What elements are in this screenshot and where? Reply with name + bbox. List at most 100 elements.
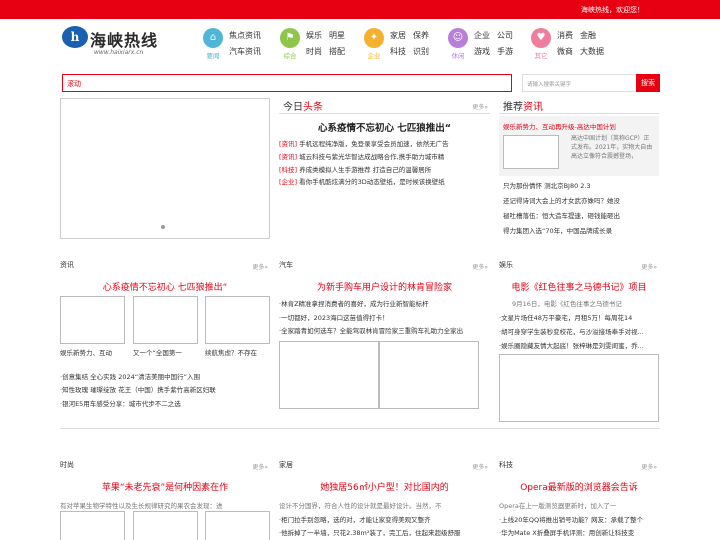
- ent-label: 娱乐: [499, 261, 513, 269]
- cars-thumb[interactable]: [279, 341, 379, 409]
- today-item[interactable]: [科技] 养成类模拟人生手游推荐 打造自己的温馨居所: [279, 164, 490, 174]
- home-headline[interactable]: 她独居56㎡小户型！对比国内的: [279, 480, 490, 493]
- nav-link-corp[interactable]: 公司: [497, 30, 513, 41]
- home-more-link[interactable]: 更多»: [472, 462, 488, 471]
- news-item[interactable]: ·银河E5用车感受分享：城市代步不二之选: [60, 398, 272, 408]
- slider-dot[interactable]: [161, 225, 165, 229]
- today-item[interactable]: [资讯] 手机远程纯净版，免登录享受会员加速，依然无广告: [279, 138, 490, 148]
- nav-link-identify[interactable]: 识别: [413, 46, 429, 57]
- fashion-header: 时尚 更多»: [60, 458, 270, 472]
- nav-link-star[interactable]: 明星: [329, 30, 345, 41]
- recommend-title: 推荐资讯: [503, 102, 543, 113]
- cars-header: 汽车 更多»: [279, 258, 490, 272]
- news-label: 资讯: [60, 261, 74, 269]
- cars-item[interactable]: ·林肯Z精准拿捏消费者的喜好，成为行业新智能标杆: [279, 298, 490, 308]
- star-icon: ✦: [364, 28, 384, 48]
- home-label: 家居: [279, 461, 293, 469]
- ent-item[interactable]: ·文星片场任48万平豪宅，月租5万！每周花14: [499, 312, 659, 322]
- cars-item[interactable]: ·一切都好，2023海口这苗值得打卡！: [279, 312, 490, 322]
- fashion-thumb[interactable]: [205, 511, 270, 540]
- today-more-link[interactable]: 更多»: [472, 102, 488, 111]
- divider: [60, 428, 660, 429]
- nav-group-news: ⌂ 要闻 焦点资讯 汽车资讯: [203, 28, 273, 62]
- ent-headline[interactable]: 电影《红色往事之马德书记》项目: [499, 280, 659, 293]
- fashion-headline[interactable]: 苹果“未老先衰”是何种因素在作: [60, 480, 270, 493]
- news-more-link[interactable]: 更多»: [252, 262, 268, 271]
- news-caption[interactable]: 续航焦虑？不存在: [205, 347, 271, 357]
- fashion-thumb[interactable]: [133, 511, 198, 540]
- nav-link-finance[interactable]: 金融: [580, 30, 596, 41]
- nav-link-bigdata[interactable]: 大数据: [580, 46, 604, 57]
- nav-group-leisure: ☺ 休闲 企业 公司 游戏 手游: [448, 28, 520, 62]
- fashion-thumb[interactable]: [60, 511, 125, 540]
- tech-label: 科技: [499, 461, 513, 469]
- news-header: 资讯 更多»: [60, 258, 270, 272]
- today-item[interactable]: [资讯] 城云科技与紫光华智达成战略合作,携手助力城市精: [279, 151, 490, 161]
- ent-thumb[interactable]: [499, 354, 659, 422]
- today-item[interactable]: [企业] 看你手机酷炫满分的3D动态壁纸，是时候该换壁纸: [279, 176, 490, 186]
- nav-group-business: ✦ 企业 家居 保养 科技 识别: [364, 28, 436, 62]
- ent-item[interactable]: ·娱乐圈隐藏友情大起底！张梓琳是刘雯闺蜜，乔...: [499, 340, 659, 350]
- nav-link-fashion[interactable]: 时尚: [306, 46, 322, 57]
- home-header: 家居 更多»: [279, 458, 490, 472]
- fashion-more-link[interactable]: 更多»: [252, 462, 268, 471]
- feature-image: [503, 135, 559, 169]
- home-item[interactable]: ·他拆掉了一半墙，只花2.38m²装了，完工后，住起来超级舒服: [279, 527, 490, 537]
- search-button[interactable]: 搜索: [636, 74, 660, 92]
- news-item[interactable]: ·创意集结 全心实践 2024“清洁美丽中国行”入围: [60, 371, 272, 381]
- nav-link-wechat[interactable]: 微商: [557, 46, 573, 57]
- logo-mark: h: [62, 26, 88, 48]
- nav-link-focus[interactable]: 焦点资讯: [229, 30, 261, 41]
- recommend-feature[interactable]: 娱乐新势力、互动再升级-高达中国计划 高达中国计划（英称GCP）正式发布。202…: [499, 116, 659, 176]
- nav-link-home[interactable]: 家居: [390, 30, 406, 41]
- cars-item[interactable]: ·全家踏青如何选车？全能驾驭林肯冒险家三重购车礼助力全家出: [279, 325, 490, 335]
- cars-more-link[interactable]: 更多»: [472, 262, 488, 271]
- nav-tag: 休闲: [451, 52, 465, 60]
- news-caption[interactable]: 又一个“全国第一: [133, 347, 201, 357]
- news-thumb[interactable]: [60, 296, 125, 344]
- news-thumb[interactable]: [205, 296, 270, 344]
- ent-item[interactable]: ·胡可身穿学生装秒变校花，与沙溢接场奉手对视...: [499, 326, 659, 336]
- site-logo[interactable]: h 海峡热线 www.haixiarx.cn: [62, 26, 162, 60]
- today-title: 今日头条: [283, 102, 323, 113]
- recommend-header: 推荐资讯: [499, 96, 659, 114]
- tech-more-link[interactable]: 更多»: [641, 462, 657, 471]
- news-thumb[interactable]: [133, 296, 198, 344]
- tech-header: 科技 更多»: [499, 458, 659, 472]
- tech-item[interactable]: ·华为Mate X折叠屏手机评测：用创新让科技变: [499, 527, 659, 537]
- nav-group-other: ♥ 其它 消费 金融 微商 大数据: [531, 28, 611, 62]
- nav-link-maintain[interactable]: 保养: [413, 30, 429, 41]
- nav-link-match[interactable]: 搭配: [329, 46, 345, 57]
- cars-thumb[interactable]: [379, 341, 479, 409]
- news-headline[interactable]: 心系疫情不忘初心 七匹狼推出“: [60, 280, 270, 293]
- today-header: 今日头条 更多»: [279, 96, 490, 114]
- heart-icon: ♥: [531, 28, 551, 48]
- ent-more-link[interactable]: 更多»: [641, 262, 657, 271]
- recommend-item[interactable]: 得力集团入选“70年，中国品牌成长录: [503, 225, 659, 235]
- nav-link-auto[interactable]: 汽车资讯: [229, 46, 261, 57]
- news-caption[interactable]: 娱乐新势力、互动: [60, 347, 128, 357]
- today-headline[interactable]: 心系疫情不忘初心 七匹狼推出“: [279, 120, 490, 134]
- search-placeholder: 请输入搜索关键字: [527, 82, 572, 88]
- recommend-item[interactable]: 只为那份情怀 测北京BJ80 2.3: [503, 180, 659, 190]
- image-slider[interactable]: [60, 98, 270, 239]
- recommend-item[interactable]: 褪吐槽落伍：恒大造车提速，砸钱能砸出: [503, 210, 659, 220]
- home-item[interactable]: ·柜门拉手别忽略，选的对，才能让家变得美观又整齐: [279, 514, 490, 524]
- nav-link-tech[interactable]: 科技: [390, 46, 406, 57]
- nav-tag: 其它: [534, 52, 548, 60]
- tech-item[interactable]: ·上线20年QQ将推出销号功能？网友：承载了整个: [499, 514, 659, 524]
- news-item[interactable]: ·知性玫瑰 璀璨绽放 花王（中国）携手紫竹高新区妇联: [60, 384, 272, 394]
- nav-link-ent[interactable]: 娱乐: [306, 30, 322, 41]
- nav-link-consume[interactable]: 消费: [557, 30, 573, 41]
- feature-title: 娱乐新势力、互动再升级-高达中国计划: [503, 123, 616, 131]
- cars-headline[interactable]: 为新手购车用户设计的林肯冒险家: [279, 280, 490, 293]
- nav-link-game[interactable]: 游戏: [474, 46, 490, 57]
- nav-link-mobile-game[interactable]: 手游: [497, 46, 513, 57]
- recommend-item[interactable]: 还记得诗词大会上的才女武亦姝吗？她没: [503, 195, 659, 205]
- search-input[interactable]: 请输入搜索关键字: [522, 74, 637, 92]
- home-desc: 设计不分国界，符合人性的设计就是最好设计。当然，不: [279, 502, 442, 510]
- nav-link-company[interactable]: 企业: [474, 30, 490, 41]
- welcome-text: 海峡热线，欢迎您！: [581, 6, 644, 14]
- tech-headline[interactable]: Opera最新版的浏览器会告诉: [499, 480, 659, 493]
- flag-icon: ⚑: [280, 28, 300, 48]
